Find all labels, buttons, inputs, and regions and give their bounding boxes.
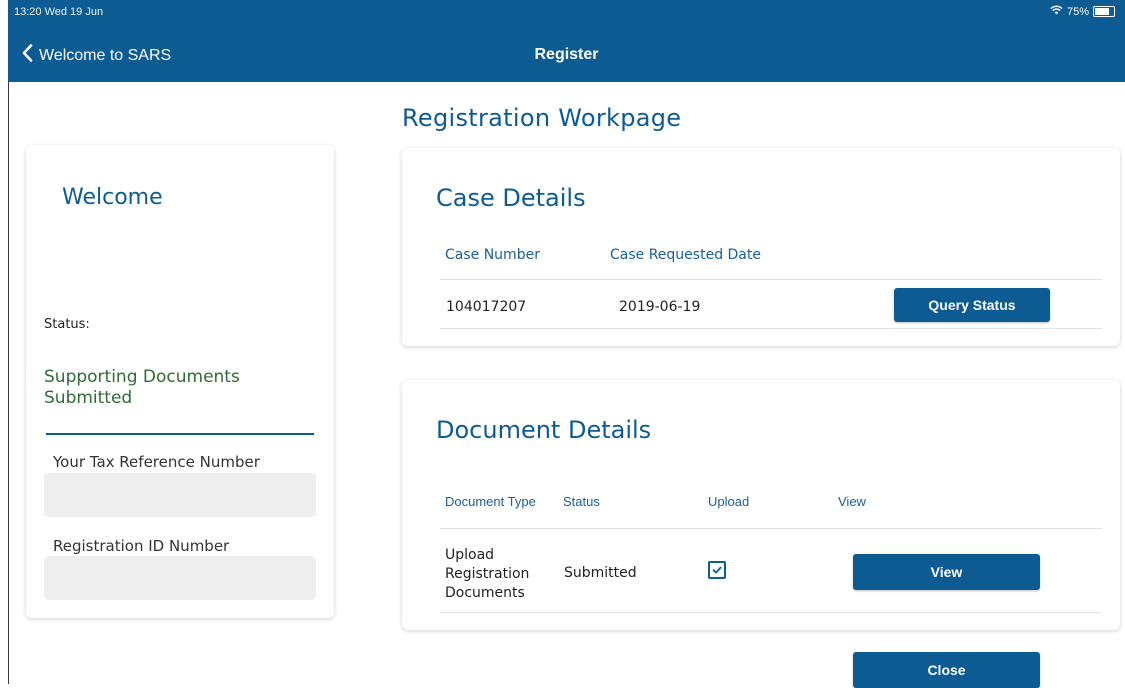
nav-bar: 13:20 Wed 19 Jun 75% Welcome to SARS Reg… — [8, 0, 1125, 82]
row-divider — [440, 528, 1102, 529]
status-value: Supporting Documents Submitted — [44, 367, 240, 408]
close-button[interactable]: Close — [853, 652, 1040, 688]
document-type-line: Registration — [445, 566, 530, 582]
battery-percent: 75% — [1066, 5, 1089, 18]
row-divider — [440, 612, 1102, 613]
status-indicators: 75% — [1050, 5, 1115, 18]
window-edge — [8, 82, 9, 684]
case-number-value: 104017207 — [446, 299, 527, 315]
column-header-view: View — [838, 494, 866, 509]
requested-date-value: 2019-06-19 — [619, 299, 701, 315]
case-details-card: Case Details Case Number Case Requested … — [402, 148, 1120, 346]
document-details-card: Document Details Document Type Status Up… — [402, 380, 1120, 630]
page-title: Registration Workpage — [402, 104, 682, 132]
divider — [46, 433, 314, 435]
document-status-value: Submitted — [564, 565, 637, 581]
row-divider — [440, 279, 1102, 280]
document-details-title: Document Details — [436, 416, 652, 444]
nav-title: Register — [534, 46, 599, 63]
tax-reference-label: Your Tax Reference Number — [53, 453, 260, 471]
status-label: Status: — [44, 317, 90, 332]
battery-icon — [1093, 6, 1115, 17]
row-divider — [440, 328, 1102, 329]
column-header-document-type: Document Type — [445, 494, 536, 509]
case-details-title: Case Details — [436, 184, 586, 212]
welcome-heading: Welcome — [62, 185, 163, 210]
column-header-upload: Upload — [708, 494, 750, 509]
checkbox-checked-icon[interactable] — [708, 561, 726, 579]
registration-id-field[interactable] — [44, 556, 316, 600]
column-header-case-number: Case Number — [445, 247, 540, 263]
column-header-status: Status — [563, 494, 600, 509]
welcome-card: Welcome Status: Supporting Documents Sub… — [26, 145, 334, 618]
document-type-line: Documents — [445, 585, 525, 601]
registration-id-label: Registration ID Number — [53, 537, 230, 555]
query-status-button[interactable]: Query Status — [894, 288, 1050, 322]
wifi-icon — [1050, 5, 1063, 18]
view-button[interactable]: View — [853, 554, 1040, 590]
status-time: 13:20 Wed 19 Jun — [14, 6, 104, 18]
document-type-value: Upload Registration Documents — [445, 546, 529, 603]
tax-reference-field[interactable] — [44, 473, 316, 517]
document-type-line: Upload — [445, 547, 495, 563]
column-header-requested-date: Case Requested Date — [610, 247, 761, 263]
